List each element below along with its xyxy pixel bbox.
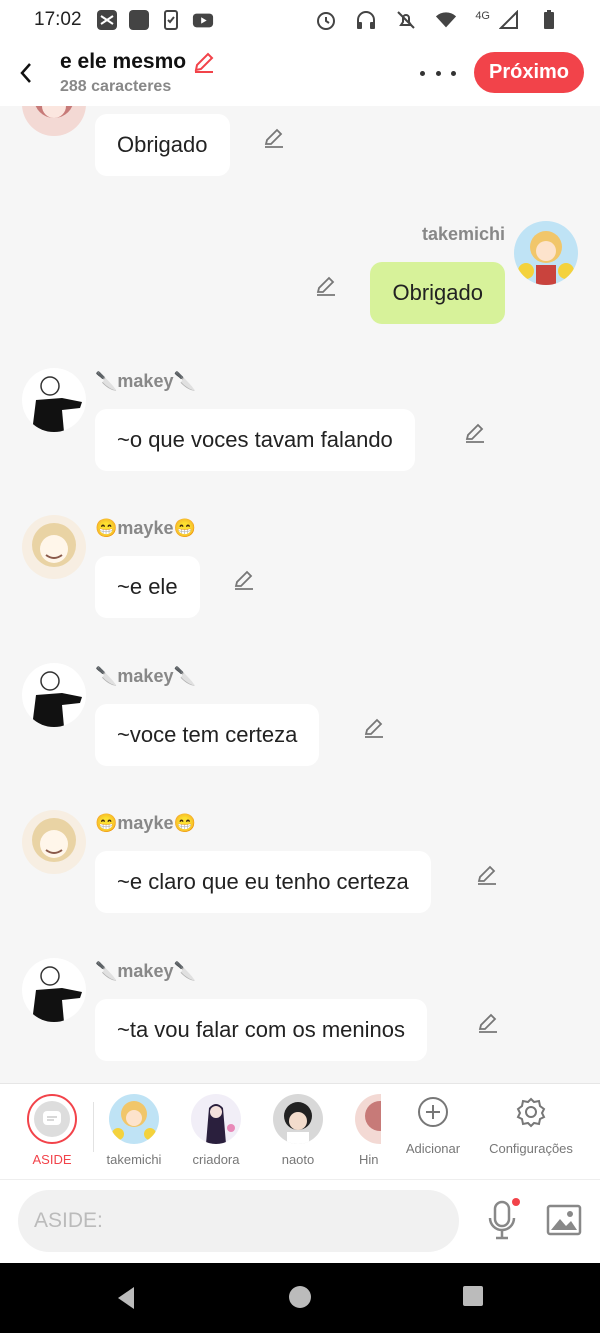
more-options-button[interactable] bbox=[420, 60, 456, 86]
headphones-icon bbox=[355, 9, 377, 31]
character-label: criadora bbox=[192, 1152, 240, 1167]
edit-title-icon[interactable] bbox=[192, 50, 216, 74]
character-selector: ASIDE takemichi criadora naoto Hin Adici… bbox=[0, 1083, 600, 1179]
avatar-takemichi[interactable] bbox=[514, 221, 578, 285]
avatar-mayke[interactable] bbox=[22, 515, 86, 579]
microphone-icon[interactable] bbox=[486, 1198, 520, 1242]
story-title-text: e ele mesmo bbox=[60, 50, 187, 73]
wifi-icon bbox=[435, 9, 457, 31]
next-button[interactable]: Próximo bbox=[474, 52, 584, 93]
message-bubble[interactable]: Obrigado bbox=[95, 114, 230, 176]
avatar bbox=[355, 1094, 381, 1144]
character-takemichi[interactable]: takemichi bbox=[99, 1094, 169, 1167]
alarm-icon bbox=[315, 9, 337, 31]
avatar bbox=[273, 1094, 323, 1144]
mute-icon bbox=[395, 9, 417, 31]
android-navigation-bar bbox=[0, 1263, 600, 1333]
character-aside[interactable]: ASIDE bbox=[17, 1094, 87, 1167]
youtube-icon bbox=[192, 9, 214, 31]
status-time: 17:02 bbox=[34, 9, 82, 30]
network-type: 4G bbox=[475, 10, 490, 22]
character-criadora[interactable]: criadora bbox=[181, 1094, 251, 1167]
edit-icon[interactable] bbox=[463, 420, 487, 444]
divider bbox=[93, 1102, 94, 1152]
sender-name: 😁mayke😁 bbox=[95, 518, 196, 538]
add-label: Adicionar bbox=[405, 1141, 461, 1156]
message-bubble[interactable]: ~o que voces tavam falando bbox=[95, 409, 415, 471]
app-icon bbox=[128, 9, 150, 31]
avatar bbox=[109, 1094, 159, 1144]
edit-icon[interactable] bbox=[476, 1010, 500, 1034]
avatar-makey[interactable] bbox=[22, 958, 86, 1022]
chat-header: e ele mesmo 288 caracteres Próximo bbox=[0, 40, 600, 106]
add-icon bbox=[418, 1097, 448, 1127]
sender-name: 🔪makey🔪 bbox=[95, 371, 196, 391]
battery-icon bbox=[538, 9, 560, 31]
aside-icon bbox=[27, 1094, 77, 1144]
message-input[interactable] bbox=[18, 1190, 459, 1252]
sender-name: 😁mayke😁 bbox=[95, 813, 196, 833]
title-box: e ele mesmo 288 caracteres bbox=[60, 50, 216, 96]
chevron-left-icon bbox=[20, 63, 31, 83]
edit-icon[interactable] bbox=[475, 862, 499, 886]
edit-icon[interactable] bbox=[262, 125, 286, 149]
character-naoto[interactable]: naoto bbox=[263, 1094, 333, 1167]
settings-label: Configurações bbox=[489, 1141, 573, 1156]
avatar[interactable] bbox=[22, 106, 86, 136]
character-label: takemichi bbox=[106, 1152, 162, 1167]
character-hin[interactable]: Hin bbox=[345, 1094, 381, 1167]
message-bubble[interactable]: ~e ele bbox=[95, 556, 200, 618]
avatar bbox=[191, 1094, 241, 1144]
image-icon[interactable] bbox=[546, 1204, 582, 1236]
sender-name: 🔪makey🔪 bbox=[95, 666, 196, 686]
status-bar: 17:02 4G bbox=[0, 0, 600, 40]
edit-icon[interactable] bbox=[314, 273, 338, 297]
home-nav-icon[interactable] bbox=[288, 1285, 312, 1309]
sender-name: 🔪makey🔪 bbox=[95, 961, 196, 981]
capcut-icon bbox=[96, 9, 118, 31]
back-nav-icon[interactable] bbox=[114, 1285, 138, 1311]
gear-icon bbox=[516, 1097, 546, 1128]
settings-button[interactable]: Configurações bbox=[486, 1096, 576, 1156]
input-bar bbox=[0, 1179, 600, 1263]
sender-name: takemichi bbox=[421, 224, 505, 244]
add-character-button[interactable]: Adicionar bbox=[402, 1096, 464, 1156]
message-bubble-own[interactable]: Obrigado bbox=[370, 262, 505, 324]
avatar-mayke[interactable] bbox=[22, 810, 86, 874]
avatar-makey[interactable] bbox=[22, 368, 86, 432]
character-label: ASIDE bbox=[32, 1152, 72, 1167]
character-label: Hin bbox=[359, 1152, 379, 1167]
story-title[interactable]: e ele mesmo bbox=[60, 50, 216, 74]
character-count: 288 caracteres bbox=[60, 78, 172, 95]
signal-icon bbox=[498, 9, 520, 31]
edit-icon[interactable] bbox=[362, 715, 386, 739]
recents-nav-icon[interactable] bbox=[462, 1285, 484, 1307]
message-bubble[interactable]: ~e claro que eu tenho certeza bbox=[95, 851, 431, 913]
message-bubble[interactable]: ~ta vou falar com os meninos bbox=[95, 999, 427, 1061]
avatar-makey[interactable] bbox=[22, 663, 86, 727]
message-bubble[interactable]: ~voce tem certeza bbox=[95, 704, 320, 766]
edit-icon[interactable] bbox=[232, 567, 256, 591]
back-button[interactable] bbox=[4, 51, 48, 95]
clipboard-icon bbox=[160, 9, 182, 31]
character-label: naoto bbox=[281, 1152, 315, 1167]
chat-area[interactable]: Obrigado takemichi Obrigado 🔪makey🔪 ~o q… bbox=[0, 106, 600, 1083]
